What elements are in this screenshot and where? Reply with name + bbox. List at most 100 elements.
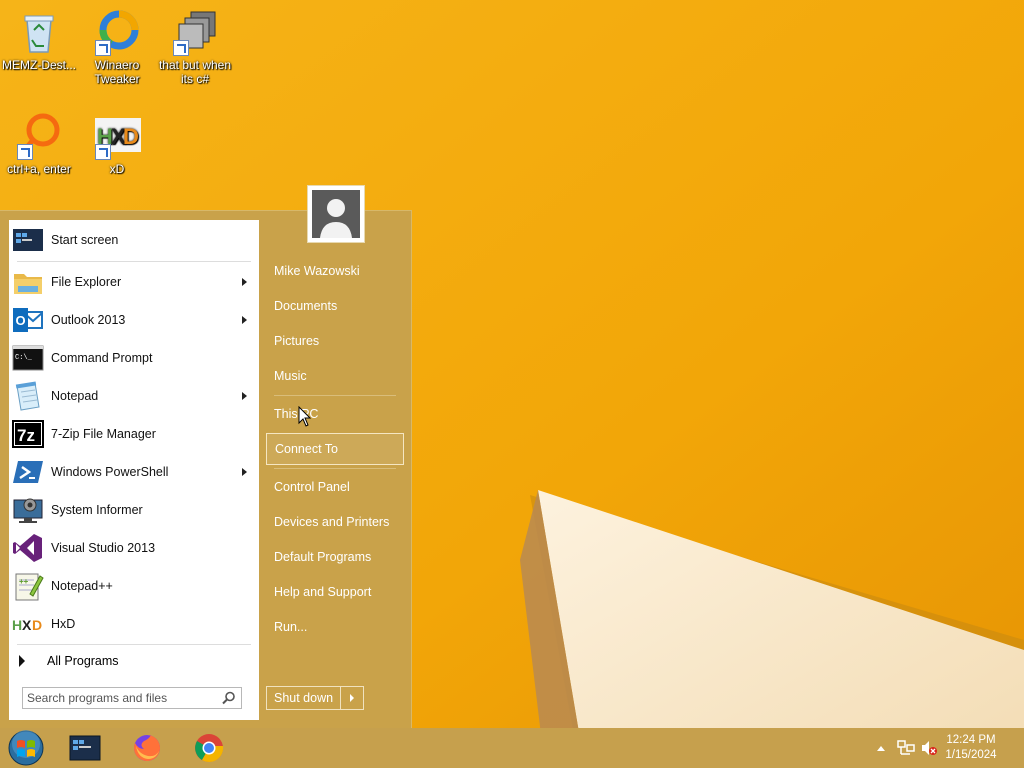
link-label: Documents — [274, 299, 338, 313]
link-devices-and-printers[interactable]: Devices and Printers — [266, 506, 404, 538]
separator — [274, 395, 396, 396]
expand-arrow-icon — [19, 655, 25, 667]
user-avatar[interactable] — [307, 185, 365, 243]
system-informer-icon — [12, 494, 44, 526]
firefox-icon — [134, 735, 160, 761]
mouse-cursor-icon — [298, 406, 312, 427]
notepad-plus-plus-icon: ++ — [12, 570, 44, 602]
link-label: Run... — [274, 620, 308, 634]
desktop-icon-label: Winaero Tweaker — [94, 58, 140, 86]
svg-text:D: D — [123, 124, 139, 149]
desktop-icon-csharp[interactable]: that but when its c# — [156, 8, 234, 86]
link-label: Pictures — [274, 334, 320, 348]
link-run[interactable]: Run... — [266, 611, 404, 643]
program-notepad[interactable]: Notepad — [9, 378, 259, 414]
separator — [274, 468, 396, 469]
link-this-pc[interactable]: This PC — [266, 398, 404, 430]
program-label: System Informer — [51, 503, 143, 517]
shutdown-label: Shut down — [274, 691, 334, 705]
clock-time: 12:24 PM — [946, 734, 996, 746]
svg-text:O: O — [16, 313, 26, 328]
shutdown-button[interactable]: Shut down — [267, 687, 341, 709]
program-label: Start screen — [51, 233, 119, 247]
link-user-folder[interactable]: Mike Wazowski — [266, 255, 404, 287]
program-hxd[interactable]: HXD HxD — [9, 606, 259, 642]
shortcut-arrow-icon — [95, 40, 111, 56]
windows-orb-icon — [8, 730, 44, 766]
desktop-icon-xd[interactable]: H X D xD — [78, 112, 156, 176]
link-documents[interactable]: Documents — [266, 290, 404, 322]
taskbar-clock[interactable]: 12:24 PM 1/15/2024 — [936, 733, 1006, 763]
submenu-arrow-icon[interactable] — [242, 468, 247, 476]
desktop-icon-label: that but when its c# — [158, 58, 232, 86]
svg-text:H: H — [12, 617, 22, 633]
7zip-icon: 7z — [12, 418, 44, 450]
desktop-icon-memz[interactable]: MEMZ-Dest... — [0, 8, 78, 72]
taskbar-firefox-button[interactable] — [125, 730, 169, 766]
orange-ring-icon — [15, 112, 63, 160]
folder-icon — [12, 266, 44, 298]
clock-date: 1/15/2024 — [945, 749, 997, 761]
visual-studio-icon — [12, 532, 44, 564]
program-command-prompt[interactable]: C:\_ Command Prompt — [9, 340, 259, 376]
submenu-arrow-icon[interactable] — [242, 278, 247, 286]
link-connect-to[interactable]: Connect To — [266, 433, 404, 465]
program-visual-studio-2013[interactable]: Visual Studio 2013 — [9, 530, 259, 566]
program-outlook-2013[interactable]: O Outlook 2013 — [9, 302, 259, 338]
start-screen-icon — [12, 224, 44, 256]
taskbar: 12:24 PM 1/15/2024 — [0, 728, 1024, 768]
desktop-icon-label: xD — [109, 162, 125, 176]
link-control-panel[interactable]: Control Panel — [266, 471, 404, 503]
search-input[interactable] — [23, 690, 219, 706]
link-label: Help and Support — [274, 585, 372, 599]
outlook-icon: O — [12, 304, 44, 336]
stacked-windows-icon — [171, 8, 219, 56]
shutdown-options-button[interactable] — [341, 687, 363, 709]
search-box[interactable] — [22, 687, 242, 709]
network-icon[interactable] — [897, 740, 915, 756]
link-default-programs[interactable]: Default Programs — [266, 541, 404, 573]
shortcut-arrow-icon — [95, 144, 111, 160]
taskbar-chrome-button[interactable] — [187, 730, 231, 766]
program-notepad-plus-plus[interactable]: ++ Notepad++ — [9, 568, 259, 604]
shortcut-arrow-icon — [173, 40, 189, 56]
start-menu: Start screen File Explorer O Outlook 201… — [0, 210, 412, 729]
program-windows-powershell[interactable]: Windows PowerShell — [9, 454, 259, 490]
link-music[interactable]: Music — [266, 360, 404, 392]
all-programs-label: All Programs — [47, 654, 119, 668]
separator — [17, 261, 251, 262]
desktop-icon-winaero[interactable]: Winaero Tweaker — [78, 8, 156, 86]
link-label: Control Panel — [274, 480, 350, 494]
submenu-arrow-icon[interactable] — [242, 316, 247, 324]
all-programs-button[interactable]: All Programs — [9, 648, 259, 674]
start-menu-places-pane: Mike Wazowski Documents Pictures Music T… — [266, 211, 406, 729]
program-label: HxD — [51, 617, 76, 631]
start-screen-icon — [69, 735, 101, 761]
taskbar-start-screen-button[interactable] — [63, 730, 107, 766]
link-pictures[interactable]: Pictures — [266, 325, 404, 357]
desktop-icon-label: MEMZ-Dest... — [2, 58, 76, 72]
submenu-arrow-icon[interactable] — [242, 392, 247, 400]
program-label: Notepad — [51, 389, 99, 403]
show-hidden-icons-icon[interactable] — [876, 744, 886, 752]
separator — [17, 644, 251, 645]
program-label: Windows PowerShell — [51, 465, 169, 479]
notepad-icon — [12, 380, 44, 412]
chevron-right-icon — [350, 694, 354, 702]
program-label: Command Prompt — [51, 351, 153, 365]
link-help-and-support[interactable]: Help and Support — [266, 576, 404, 608]
chrome-icon — [195, 734, 224, 762]
search-icon[interactable] — [221, 690, 237, 706]
link-label: Music — [274, 369, 307, 383]
desktop-icon-ctrl-a[interactable]: ctrl+a, enter — [0, 112, 78, 176]
program-file-explorer[interactable]: File Explorer — [9, 264, 259, 300]
program-start-screen[interactable]: Start screen — [9, 222, 259, 258]
powershell-icon — [12, 456, 44, 488]
start-menu-programs-pane: Start screen File Explorer O Outlook 201… — [9, 220, 259, 720]
shutdown-control: Shut down — [266, 686, 364, 710]
program-7zip[interactable]: 7z 7-Zip File Manager — [9, 416, 259, 452]
program-label: Notepad++ — [51, 579, 113, 593]
program-label: Visual Studio 2013 — [51, 541, 156, 555]
start-button[interactable] — [4, 730, 48, 766]
program-system-informer[interactable]: System Informer — [9, 492, 259, 528]
